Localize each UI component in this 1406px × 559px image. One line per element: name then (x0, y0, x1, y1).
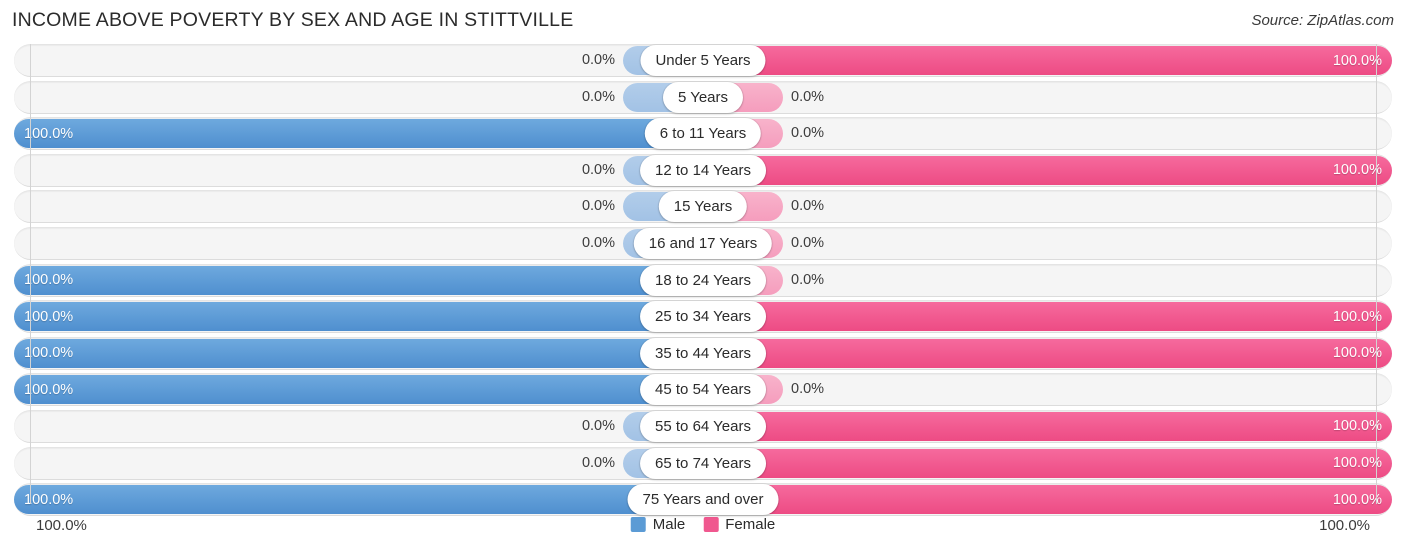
chart-plot-area: 0.0% 100.0% Under 5 Years 0.0% 0.0% 5 Years 10… (0, 44, 1406, 517)
bar-row: 0.0% 0.0% 16 and 17 Years (0, 226, 1406, 260)
bar-value-male: 100.0% (24, 345, 74, 362)
chart-legend: Male Female (630, 516, 775, 533)
bar-row: 100.0% 0.0% 45 to 54 Years (0, 373, 1406, 407)
bar-value-female: 100.0% (1332, 491, 1382, 508)
bar-value-female: 100.0% (1332, 52, 1382, 69)
legend-swatch-female (703, 517, 719, 532)
bar-value-female: 0.0% (791, 271, 825, 288)
bar-row: 0.0% 100.0% 12 to 14 Years (0, 153, 1406, 187)
category-label: 55 to 64 Years (640, 410, 766, 442)
bar-row: 0.0% 0.0% 5 Years (0, 80, 1406, 114)
bar-value-male: 0.0% (581, 234, 615, 251)
bar-male[interactable]: 100.0% (14, 485, 703, 515)
legend-item-male[interactable]: Male (630, 516, 686, 533)
bar-male[interactable]: 100.0% (14, 119, 703, 149)
bar-row: 0.0% 0.0% 15 Years (0, 190, 1406, 224)
bar-rows: 0.0% 100.0% Under 5 Years 0.0% 0.0% 5 Years 10… (0, 44, 1406, 520)
bar-row: 0.0% 100.0% Under 5 Years (0, 44, 1406, 77)
bar-value-male: 100.0% (24, 491, 74, 508)
category-label: 75 Years and over (627, 484, 779, 516)
bar-value-female: 0.0% (791, 88, 825, 105)
chart-header: INCOME ABOVE POVERTY BY SEX AND AGE IN S… (0, 0, 1406, 44)
bar-female[interactable]: 100.0% (703, 485, 1392, 515)
bar-value-female: 0.0% (791, 125, 825, 142)
bar-value-female: 100.0% (1332, 345, 1382, 362)
bar-value-male: 0.0% (581, 52, 615, 68)
bar-female[interactable]: 100.0% (703, 302, 1392, 332)
bar-value-male: 100.0% (24, 125, 74, 142)
category-label: 65 to 74 Years (640, 447, 766, 479)
bar-value-female: 100.0% (1332, 418, 1382, 435)
bar-value-male: 0.0% (581, 454, 615, 471)
bar-female[interactable]: 100.0% (703, 46, 1392, 75)
bar-value-female: 100.0% (1332, 455, 1382, 472)
bar-row: 100.0% 100.0% 75 Years and over (0, 483, 1406, 517)
bar-female[interactable]: 100.0% (703, 155, 1392, 185)
bar-value-male: 0.0% (581, 417, 615, 434)
bar-value-female: 0.0% (791, 198, 825, 215)
category-label: 5 Years (662, 81, 744, 113)
bar-male[interactable]: 100.0% (14, 338, 703, 368)
axis-label-right: 100.0% (1319, 517, 1370, 534)
legend-item-female[interactable]: Female (703, 516, 775, 533)
bar-row: 0.0% 100.0% 65 to 74 Years (0, 446, 1406, 480)
bar-female[interactable]: 100.0% (703, 411, 1392, 441)
category-label: Under 5 Years (640, 45, 766, 76)
legend-swatch-male (630, 517, 646, 532)
bar-value-female: 100.0% (1332, 162, 1382, 179)
axis-line-right (1376, 44, 1377, 504)
bar-value-female: 100.0% (1332, 308, 1382, 325)
bar-row: 100.0% 100.0% 25 to 34 Years (0, 300, 1406, 334)
chart-footer: 100.0% Male Female 100.0% (0, 511, 1406, 559)
bar-male[interactable]: 100.0% (14, 302, 703, 332)
category-label: 35 to 44 Years (640, 337, 766, 369)
category-label: 16 and 17 Years (633, 227, 773, 259)
bar-male[interactable]: 100.0% (14, 375, 703, 405)
source-attribution: Source: ZipAtlas.com (1251, 12, 1394, 29)
bar-value-female: 0.0% (791, 234, 825, 251)
bar-value-male: 0.0% (581, 198, 615, 215)
bar-row: 100.0% 0.0% 18 to 24 Years (0, 263, 1406, 297)
category-label: 25 to 34 Years (640, 301, 766, 333)
bar-row: 0.0% 100.0% 55 to 64 Years (0, 409, 1406, 443)
bar-male[interactable]: 100.0% (14, 265, 703, 295)
axis-label-left: 100.0% (36, 517, 87, 534)
bar-row: 100.0% 0.0% 6 to 11 Years (0, 117, 1406, 151)
category-label: 12 to 14 Years (640, 154, 766, 186)
category-label: 18 to 24 Years (640, 264, 766, 296)
bar-value-male: 0.0% (581, 88, 615, 105)
bar-value-male: 100.0% (24, 381, 74, 398)
bar-row: 100.0% 100.0% 35 to 44 Years (0, 336, 1406, 370)
bar-female[interactable]: 100.0% (703, 338, 1392, 368)
category-label: 15 Years (658, 191, 748, 223)
bar-female[interactable]: 100.0% (703, 448, 1392, 478)
category-label: 45 to 54 Years (640, 374, 766, 406)
axis-line-left (30, 44, 31, 504)
bar-value-male: 0.0% (581, 161, 615, 178)
legend-label-male: Male (652, 516, 686, 533)
category-label: 6 to 11 Years (644, 118, 762, 150)
legend-label-female: Female (725, 516, 776, 533)
bar-value-male: 100.0% (24, 272, 74, 289)
page-title: INCOME ABOVE POVERTY BY SEX AND AGE IN S… (12, 9, 574, 31)
bar-value-male: 100.0% (24, 308, 74, 325)
bar-value-female: 0.0% (791, 381, 825, 398)
